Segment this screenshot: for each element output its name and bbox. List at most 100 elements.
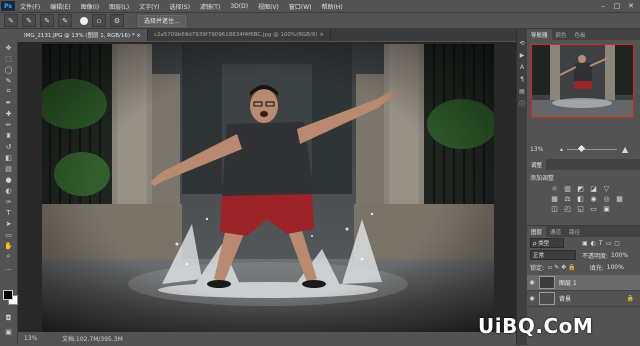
menu-filter[interactable]: 滤镜(T): [195, 2, 225, 11]
lock-icons[interactable]: ▫✎✥🔒: [548, 264, 578, 271]
add-to-selection-icon[interactable]: ✎: [40, 14, 54, 27]
info-icon[interactable]: ⓘ: [517, 97, 527, 109]
threshold-icon[interactable]: ◱: [575, 204, 586, 213]
tab-channels[interactable]: 通道: [546, 226, 565, 237]
tool-preset-icon[interactable]: ✎: [4, 14, 18, 27]
tab-layers[interactable]: 图层: [527, 226, 547, 237]
opacity-value[interactable]: 100%: [611, 252, 628, 259]
black-white-icon[interactable]: ◧: [575, 194, 586, 203]
brush-tool-icon[interactable]: ✏: [0, 119, 17, 130]
menu-image[interactable]: 图像(I): [76, 2, 104, 11]
subtract-selection-icon[interactable]: ✎: [58, 14, 72, 27]
layer-name: 背景: [559, 296, 572, 303]
curves-icon[interactable]: ◩: [575, 184, 586, 193]
fill-value[interactable]: 100%: [607, 264, 624, 271]
new-selection-icon[interactable]: ✎: [22, 14, 36, 27]
color-swatches[interactable]: [3, 290, 18, 305]
hand-tool-icon[interactable]: ✋: [0, 240, 17, 251]
quick-mask-icon[interactable]: ◘: [0, 312, 17, 323]
screen-mode-icon[interactable]: ▣: [0, 326, 17, 337]
lock-icon: 🔒: [626, 295, 634, 302]
select-and-mask-button[interactable]: 选择并遮住...: [138, 14, 186, 27]
canvas-area[interactable]: [18, 42, 516, 332]
maximize-button[interactable]: □: [610, 2, 624, 10]
status-zoom[interactable]: 13%: [24, 335, 54, 342]
navigator-zoom-value[interactable]: 13%: [530, 146, 543, 153]
tab-navigator[interactable]: 导航器: [527, 29, 552, 40]
menu-layer[interactable]: 图层(L): [104, 2, 134, 11]
color-balance-icon[interactable]: ⚖: [562, 194, 573, 203]
eye-icon[interactable]: ◉: [527, 279, 537, 286]
kind-filter-dropdown[interactable]: ρ 类型: [530, 238, 564, 248]
type-tool-icon[interactable]: T: [0, 207, 17, 218]
dodge-tool-icon[interactable]: ◐: [0, 185, 17, 196]
enhance-edge-icon[interactable]: ⚙: [110, 14, 124, 27]
text-icon[interactable]: A: [517, 61, 527, 73]
menu-help[interactable]: 帮助(H): [317, 2, 348, 11]
pen-tool-icon[interactable]: ✑: [0, 196, 17, 207]
zoom-slider-knob[interactable]: [577, 144, 586, 153]
blur-tool-icon[interactable]: ●: [0, 174, 17, 185]
history-brush-tool-icon[interactable]: ↺: [0, 141, 17, 152]
zoom-out-icon[interactable]: ▴: [560, 146, 563, 153]
paragraph-icon[interactable]: ¶: [517, 73, 527, 85]
photo-filter-icon[interactable]: ◉: [588, 194, 599, 203]
invert-icon[interactable]: ◫: [549, 204, 560, 213]
document-canvas[interactable]: [42, 44, 494, 332]
sample-all-layers-icon[interactable]: ▫: [92, 14, 106, 27]
status-doc-info: 文档:102.7M/395.3M: [62, 336, 123, 343]
healing-brush-tool-icon[interactable]: ✚: [0, 108, 17, 119]
navigator-thumbnail[interactable]: [531, 44, 634, 118]
gradient-tool-icon[interactable]: ▤: [0, 163, 17, 174]
tab-adjustments[interactable]: 调整: [527, 159, 547, 170]
doc-tab-img2131[interactable]: IMG_2131.JPG @ 13% (图层 1, RGB/16) * ×: [18, 29, 148, 41]
more-tools-icon[interactable]: …: [0, 262, 17, 273]
crop-tool-icon[interactable]: ⌗: [0, 86, 17, 97]
blend-mode-dropdown[interactable]: 正常: [530, 250, 576, 260]
lasso-tool-icon[interactable]: ◯: [0, 64, 17, 75]
minimize-button[interactable]: –: [596, 2, 610, 10]
marquee-tool-icon[interactable]: ⬚: [0, 53, 17, 64]
foreground-color-swatch[interactable]: [3, 290, 13, 300]
brightness-contrast-icon[interactable]: ☼: [549, 184, 560, 193]
filter-type-icons[interactable]: ▣◐T▭▢: [582, 240, 623, 247]
layer-row-layer1[interactable]: ◉ 图层 1: [527, 275, 640, 291]
exposure-icon[interactable]: ◪: [588, 184, 599, 193]
play-icon[interactable]: ▶: [517, 49, 527, 61]
hue-saturation-icon[interactable]: ▦: [549, 194, 560, 203]
menu-edit[interactable]: 编辑(E): [45, 2, 75, 11]
selective-color-icon[interactable]: ▣: [601, 204, 612, 213]
menu-select[interactable]: 选择(S): [164, 2, 195, 11]
shape-tool-icon[interactable]: ▭: [0, 229, 17, 240]
tab-paths[interactable]: 路径: [565, 226, 584, 237]
channel-mixer-icon[interactable]: ◎: [601, 194, 612, 203]
levels-icon[interactable]: ▥: [562, 184, 573, 193]
color-lookup-icon[interactable]: ▦: [614, 194, 625, 203]
path-select-tool-icon[interactable]: ➤: [0, 218, 17, 229]
menu-type[interactable]: 文字(Y): [134, 2, 164, 11]
tab-color[interactable]: 颜色: [552, 29, 571, 40]
properties-icon[interactable]: ▤: [517, 85, 527, 97]
menu-3d[interactable]: 3D(D): [225, 3, 253, 10]
move-tool-icon[interactable]: ✥: [0, 42, 17, 53]
menu-view[interactable]: 视图(V): [253, 2, 284, 11]
posterize-icon[interactable]: ◰: [562, 204, 573, 213]
eye-icon[interactable]: ◉: [527, 295, 537, 302]
history-icon[interactable]: ⟲: [517, 37, 527, 49]
zoom-slider-track[interactable]: [567, 149, 617, 150]
clone-stamp-tool-icon[interactable]: ♜: [0, 130, 17, 141]
vibrance-icon[interactable]: ▽: [601, 184, 612, 193]
zoom-tool-icon[interactable]: ⌕: [0, 251, 17, 262]
brush-size-picker[interactable]: [80, 16, 88, 25]
close-button[interactable]: ✕: [624, 2, 638, 10]
eyedropper-tool-icon[interactable]: ✒: [0, 97, 17, 108]
tab-swatches[interactable]: 色板: [571, 29, 590, 40]
eraser-tool-icon[interactable]: ◧: [0, 152, 17, 163]
menu-window[interactable]: 窗口(W): [284, 2, 317, 11]
menu-file[interactable]: 文件(F): [15, 2, 45, 11]
zoom-in-icon[interactable]: ▲: [622, 145, 628, 154]
layer-row-background[interactable]: ◉ 背景 🔒: [527, 291, 640, 307]
quick-select-tool-icon[interactable]: ✎: [0, 75, 17, 86]
doc-tab-second[interactable]: c2a5709b69d7939f7909618834f4f6BC.jpg @ 1…: [148, 29, 331, 41]
gradient-map-icon[interactable]: ▭: [588, 204, 599, 213]
